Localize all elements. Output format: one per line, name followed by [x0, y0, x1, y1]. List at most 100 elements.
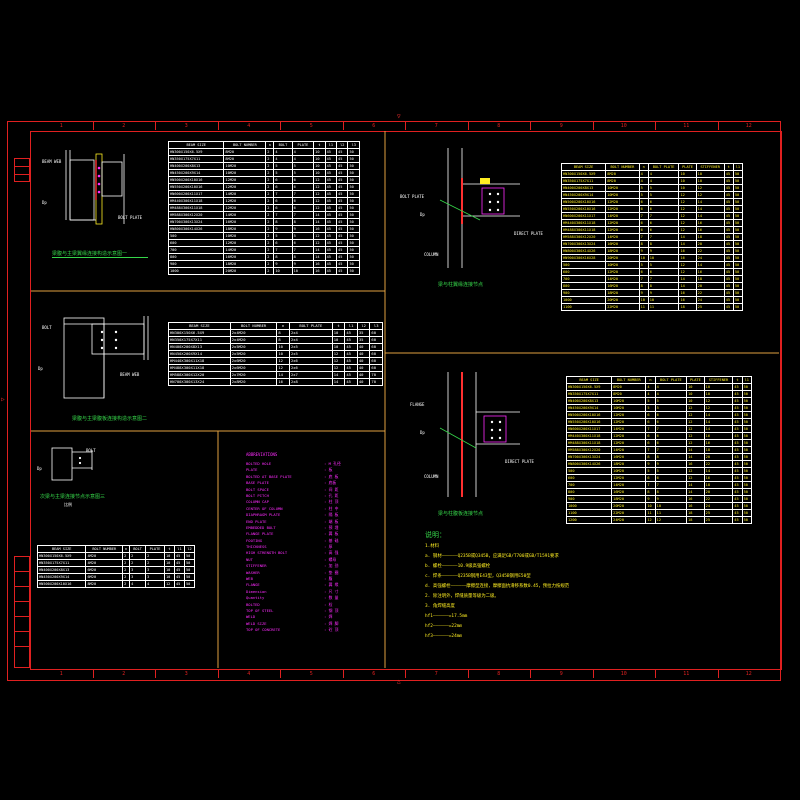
table-cell: 5	[291, 169, 315, 177]
table-cell: 18	[703, 446, 734, 454]
table-cell: 700	[560, 275, 607, 283]
table-cell: 16	[276, 378, 290, 386]
table-cell: 6	[273, 183, 293, 191]
table-cell: 12	[678, 198, 697, 206]
table-cell: 50	[732, 226, 744, 234]
table-cell: 14M20	[223, 246, 267, 254]
table-cell: 4M20	[85, 559, 124, 567]
table-cell: 50	[741, 432, 753, 440]
table-cell: 50	[732, 254, 744, 262]
table-cell: 60	[369, 357, 383, 365]
table-row: HN600X200X11X17 14M20 7 7 12 14 45 50	[565, 425, 753, 433]
table-header-row: BEAM SIZE BOLT NUMBER n BOLT PLATE t l1 l2 l3	[168, 322, 383, 330]
table-cell: 45	[723, 254, 734, 262]
detail4-label-direct-plate: DIRECT PLATE	[514, 231, 543, 236]
table-cell: 45	[173, 552, 185, 560]
table-cell: 5	[645, 467, 656, 475]
table-row: HN350X175X7X11 2x4M20 8 2x4 10 45 35 60	[168, 336, 383, 344]
table-cell: 12M20	[605, 198, 640, 206]
table-cell: 4	[145, 580, 165, 588]
table-cell: 12	[678, 219, 697, 227]
table-cell: 11	[654, 509, 688, 517]
table-header-cell: l2	[336, 141, 349, 149]
table-header-cell: BOLT PLATE	[288, 322, 333, 330]
table-cell: 50	[732, 261, 744, 269]
table-cell: HN450X200X9X14	[565, 404, 613, 412]
table-cell: 8	[647, 240, 680, 248]
table-row: HM440X300X11X18 12M20 2 6 6 12 45 45 50	[167, 197, 360, 205]
notes-line: 3. 角焊缝高度	[425, 604, 455, 609]
table-cell: 6	[638, 219, 649, 227]
detail5-drawing	[439, 372, 520, 497]
table-row: 500 10M20 2 5 5 12 45 45 50	[167, 232, 360, 240]
table-cell: 2	[122, 552, 131, 560]
table-cell: 10	[678, 170, 697, 178]
table-cell: 7	[647, 212, 680, 220]
table-cell: HN700X300X13X24	[560, 240, 607, 248]
table-cell: 50	[347, 197, 360, 205]
table-cell: 10	[331, 336, 346, 344]
legend-abbr: BOLTED HOLE	[246, 461, 272, 466]
table-row: HN500X200X10X16 12M20 6 6 12 14 45 50	[560, 198, 744, 206]
table-cell: 50	[183, 580, 196, 588]
legend-abbr: NUT	[246, 556, 253, 562]
table-cell: 12	[313, 232, 326, 240]
table-cell: 50	[741, 495, 753, 503]
table-row: HN550X200X10X16 12M20 6 6 12 14 45 50	[565, 418, 753, 426]
legend-abbr: FLANGE	[246, 582, 260, 588]
table-row: HN700X300X13X24 16M20 8 8 14 20 45 50	[565, 453, 753, 461]
table-cell: 8M20	[85, 580, 124, 588]
table-cell: 45	[732, 509, 743, 517]
table-cell: 45	[336, 190, 349, 198]
table-cell: 7	[645, 425, 656, 433]
table-row: HM488X300X11X18 12M20 6 6 12 16 45 50	[560, 226, 744, 234]
legend-meaning: : M 孔径	[324, 461, 341, 466]
legend-abbr: Dimension	[246, 588, 267, 594]
table-row: HM440X300X11X18 12M20 6 6 12 16 45 50	[560, 219, 744, 227]
detail1-label-beam-web: BEAM WEB	[42, 159, 62, 164]
table-cell: 45	[344, 329, 358, 337]
table-header-cell: PLATE	[686, 376, 705, 384]
table-header-cell: n	[638, 163, 649, 171]
table-cell: 50	[741, 383, 753, 391]
legend-abbr: HIGH STRENGTH BOLT	[246, 550, 288, 556]
table-cell: 50	[347, 253, 360, 261]
notes-line: hf2——————=22mm	[425, 624, 463, 629]
table-cell: 45	[173, 573, 185, 581]
table-cell: HN550X200X10X16	[560, 205, 607, 213]
table-cell: 45	[336, 211, 349, 219]
table-cell: 10	[678, 184, 697, 192]
table-cell: 45	[324, 148, 338, 156]
notes-line: 1.材料	[425, 544, 440, 549]
table-cell: 45	[344, 336, 358, 344]
table-cell: 6	[647, 205, 680, 213]
legend-abbr: Quantity	[246, 595, 265, 601]
table-header-cell: l1	[732, 163, 744, 171]
table-cell: HN300X150X6.5X9	[565, 383, 613, 391]
table-cell: 45	[723, 275, 734, 283]
table-cell: 50	[732, 282, 744, 290]
table-cell: 50	[347, 239, 360, 247]
table-cell: 12M20	[605, 219, 640, 227]
table-cell: HN350X175X7X11	[560, 177, 607, 185]
table-row: HN400X200X8X13 2x5M20 10 2x5 10 45 40 60	[168, 343, 383, 351]
table-cell: 45	[324, 239, 338, 247]
table-cell: 8M20	[605, 177, 640, 185]
table-cell: 18	[686, 516, 705, 524]
table-cell: 12M20	[611, 474, 647, 482]
table-cell: 9	[654, 460, 688, 468]
table-cell: 9	[291, 225, 315, 233]
table-row: HN300X150X6.5X9 8M20 4 4 10 10 45 50	[565, 383, 753, 391]
table-cell: 16	[686, 460, 705, 468]
table-cell: 50	[741, 404, 753, 412]
table-cell: 16	[686, 495, 705, 503]
legend-meaning: : 板	[324, 467, 333, 473]
table-cell: HM440X300X11X18	[565, 432, 613, 440]
table-cell: 18	[695, 275, 725, 283]
table-cell: 14	[695, 261, 725, 269]
table-cell: 10	[703, 390, 734, 398]
table-cell: 50	[732, 198, 744, 206]
table-cell: 50	[347, 225, 360, 233]
table-cell: 5	[291, 162, 315, 170]
table-cell: 2x5M20	[229, 343, 278, 351]
